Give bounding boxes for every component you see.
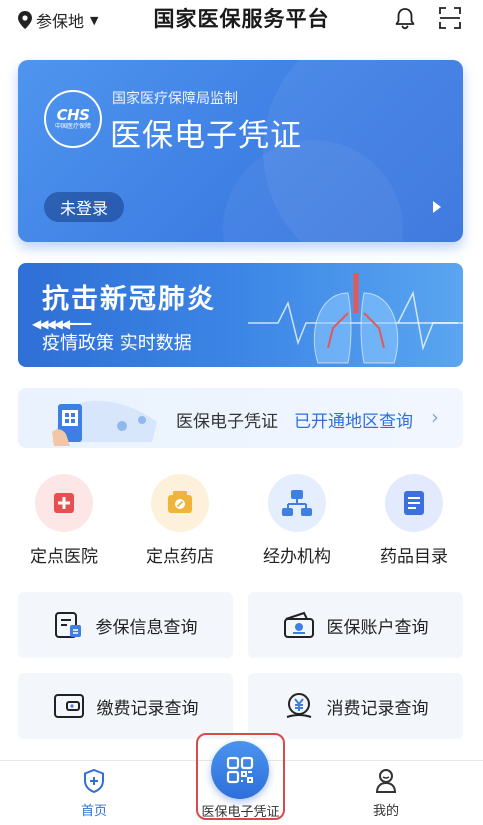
account-icon <box>283 611 314 638</box>
nav-me-label: 我的 <box>372 804 399 819</box>
consumption-record-query-button[interactable]: 消费记录查询 <box>248 673 463 739</box>
tile-label: 消费记录查询 <box>326 698 429 719</box>
top-bar: 参保地 ▼ 国家医保服务平台 <box>0 0 483 34</box>
chevron-right-icon[interactable]: › <box>431 405 439 429</box>
quick-entry-hospital[interactable]: 定点医院 <box>14 474 114 567</box>
tile-label: 缴费记录查询 <box>96 698 199 719</box>
coverage-query-link[interactable]: 已开通地区查询 <box>294 407 413 432</box>
scan-icon[interactable] <box>438 6 462 30</box>
quick-entry-label: 定点医院 <box>30 547 98 567</box>
chs-logo-text: CHS <box>56 106 90 124</box>
hospital-icon <box>35 474 93 532</box>
insurance-info-icon <box>54 612 81 638</box>
chs-logo: CHS 中国医疗保障 <box>44 90 102 148</box>
quick-entry-label: 定点药店 <box>146 547 214 567</box>
coverage-strip[interactable]: 医保电子凭证 已开通地区查询 › <box>18 388 463 448</box>
covid-headline: 抗击新冠肺炎 <box>42 284 216 315</box>
qr-code-icon <box>226 756 254 784</box>
payment-record-query-button[interactable]: 缴费记录查询 <box>18 673 233 739</box>
quick-entry-label: 药品目录 <box>380 547 448 567</box>
quick-entry-label: 经办机构 <box>263 547 331 567</box>
card-title: 医保电子凭证 <box>110 118 302 154</box>
chs-logo-subtext: 中国医疗保障 <box>54 123 91 130</box>
nav-me[interactable]: 我的 <box>356 768 416 819</box>
catalog-icon <box>385 474 443 532</box>
tile-label: 医保账户查询 <box>326 617 429 638</box>
quick-entry-catalog[interactable]: 药品目录 <box>364 474 464 567</box>
card-subtitle: 国家医疗保障局监制 <box>112 91 238 107</box>
organization-icon <box>268 474 326 532</box>
wallet-icon <box>53 694 84 718</box>
bell-icon[interactable] <box>394 6 416 30</box>
play-arrow-icon[interactable] <box>433 201 441 213</box>
quick-entry-organization[interactable]: 经办机构 <box>247 474 347 567</box>
quick-entry-pharmacy[interactable]: 定点药店 <box>130 474 230 567</box>
insurance-info-query-button[interactable]: 参保信息查询 <box>18 592 233 658</box>
lungs-illustration-icon <box>248 273 463 364</box>
tile-label: 参保信息查询 <box>95 617 198 638</box>
consumption-icon <box>286 693 311 718</box>
nav-voucher-button[interactable] <box>211 741 269 799</box>
pharmacy-icon <box>151 474 209 532</box>
voucher-card[interactable]: CHS 中国医疗保障 国家医疗保障局监制 医保电子凭证 未登录 <box>18 60 463 242</box>
account-query-button[interactable]: 医保账户查询 <box>248 592 463 658</box>
covid-banner[interactable]: 抗击新冠肺炎 ◀◀◀◀◀━━━━ 疫情政策 实时数据 <box>18 263 463 367</box>
nav-voucher-label[interactable]: 医保电子凭证 <box>196 801 285 820</box>
covid-subline: 疫情政策 实时数据 <box>42 333 192 354</box>
user-icon <box>375 769 397 793</box>
shield-icon <box>84 768 104 794</box>
phone-voucher-icon <box>52 400 157 446</box>
login-status-button[interactable]: 未登录 <box>44 192 124 222</box>
nav-home[interactable]: 首页 <box>64 768 124 819</box>
nav-home-label: 首页 <box>80 804 107 819</box>
strip-label: 医保电子凭证 <box>176 412 278 432</box>
